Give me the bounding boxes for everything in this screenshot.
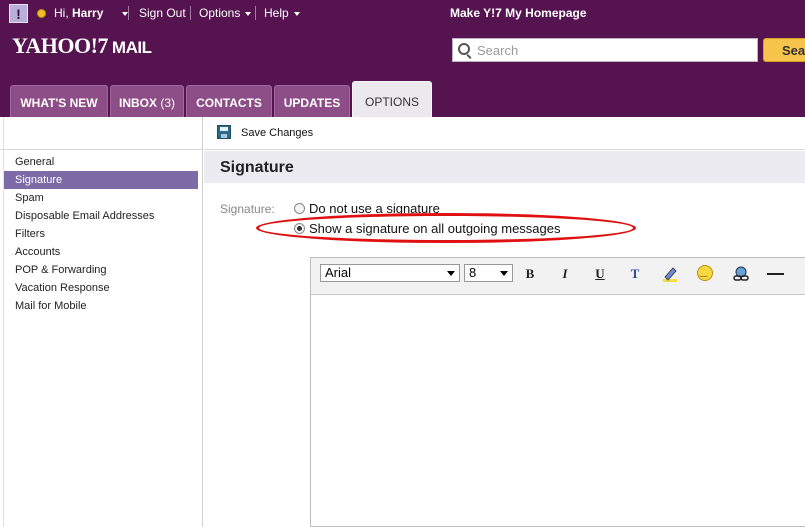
font-family-select[interactable]: Arial bbox=[320, 264, 460, 282]
sign-out-link[interactable]: Sign Out bbox=[139, 6, 186, 20]
sidebar-item-filters[interactable]: Filters bbox=[3, 225, 198, 243]
tab-contacts[interactable]: CONTACTS bbox=[186, 85, 272, 117]
tab-options[interactable]: OPTIONS bbox=[352, 81, 432, 117]
divider bbox=[190, 6, 191, 20]
save-icon[interactable] bbox=[217, 125, 231, 139]
sidebar-item-mail-for-mobile[interactable]: Mail for Mobile bbox=[3, 297, 198, 315]
editor-toolbar: Arial 8 B I U T bbox=[311, 258, 805, 295]
font-size-select[interactable]: 8 bbox=[464, 264, 513, 282]
sidebar-nav: General Signature Spam Disposable Email … bbox=[0, 153, 202, 315]
options-menu[interactable]: Options bbox=[199, 6, 252, 20]
text-color-button[interactable]: T bbox=[626, 265, 644, 283]
logo-text: YAHOO!7 bbox=[12, 33, 108, 58]
sidebar-item-disposable-addresses[interactable]: Disposable Email Addresses bbox=[3, 207, 198, 225]
no-signature-radio[interactable] bbox=[294, 203, 305, 214]
user-menu[interactable]: Hi, Harry bbox=[54, 6, 129, 20]
sidebar-item-general[interactable]: General bbox=[3, 153, 198, 171]
chevron-down-icon bbox=[245, 11, 252, 16]
tab-whats-new[interactable]: WHAT'S NEW bbox=[10, 85, 108, 117]
chevron-down-icon bbox=[447, 271, 455, 276]
emoticon-icon[interactable] bbox=[697, 265, 713, 281]
save-changes-button[interactable]: Save Changes bbox=[241, 127, 313, 139]
options-toolbar: Save Changes bbox=[204, 117, 805, 150]
top-bar: ! Hi, Harry Sign Out Options Help Make Y… bbox=[0, 0, 805, 28]
search-icon bbox=[458, 43, 470, 55]
chevron-down-icon bbox=[500, 271, 508, 276]
underline-button[interactable]: U bbox=[591, 265, 609, 283]
search-input[interactable]: Search bbox=[452, 38, 758, 62]
sidebar-header bbox=[0, 117, 202, 150]
user-name: Harry bbox=[72, 6, 104, 20]
sidebar-item-accounts[interactable]: Accounts bbox=[3, 243, 198, 261]
link-icon[interactable] bbox=[732, 265, 750, 283]
font-size-value: 8 bbox=[469, 265, 477, 280]
tab-inbox-label: INBOX bbox=[118, 96, 157, 110]
signature-editor[interactable]: Arial 8 B I U T bbox=[310, 257, 805, 527]
make-homepage-link[interactable]: Make Y!7 My Homepage bbox=[450, 6, 587, 20]
sidebar-item-pop-forwarding[interactable]: POP & Forwarding bbox=[3, 261, 198, 279]
signature-label: Signature: bbox=[220, 202, 275, 216]
tab-inbox[interactable]: INBOX (3) bbox=[110, 85, 184, 117]
options-sidebar: General Signature Spam Disposable Email … bbox=[0, 117, 203, 527]
divider bbox=[3, 117, 4, 527]
search-placeholder: Search bbox=[477, 43, 519, 58]
options-label: Options bbox=[199, 6, 241, 20]
main-panel: Save Changes Signature Signature: Do not… bbox=[204, 117, 805, 527]
search-button[interactable]: Sea bbox=[763, 38, 805, 62]
page-title: Signature bbox=[220, 159, 294, 176]
yahoo-mail-logo[interactable]: YAHOO!7 MAIL bbox=[12, 33, 152, 59]
chevron-down-icon bbox=[293, 11, 300, 16]
section-header: Signature bbox=[204, 151, 805, 183]
inbox-count: (3) bbox=[160, 96, 176, 110]
greeting-prefix: Hi, bbox=[54, 6, 69, 20]
sidebar-item-signature[interactable]: Signature bbox=[3, 171, 198, 189]
divider bbox=[255, 6, 256, 20]
italic-button[interactable]: I bbox=[556, 265, 574, 283]
bold-button[interactable]: B bbox=[521, 265, 539, 283]
help-label: Help bbox=[264, 6, 289, 20]
font-family-value: Arial bbox=[325, 265, 352, 280]
highlight-icon[interactable] bbox=[661, 265, 679, 283]
status-dot-icon bbox=[37, 9, 46, 18]
logo-product: MAIL bbox=[111, 38, 152, 57]
divider bbox=[128, 6, 129, 20]
tab-updates[interactable]: UPDATES bbox=[274, 85, 350, 117]
help-menu[interactable]: Help bbox=[264, 6, 300, 20]
app-header: ! Hi, Harry Sign Out Options Help Make Y… bbox=[0, 0, 805, 117]
sidebar-item-vacation-response[interactable]: Vacation Response bbox=[3, 279, 198, 297]
sidebar-item-spam[interactable]: Spam bbox=[3, 189, 198, 207]
highlight-ellipse bbox=[256, 213, 636, 243]
yahoo-app-icon[interactable]: ! bbox=[9, 4, 28, 23]
horizontal-rule-icon[interactable] bbox=[767, 273, 784, 275]
